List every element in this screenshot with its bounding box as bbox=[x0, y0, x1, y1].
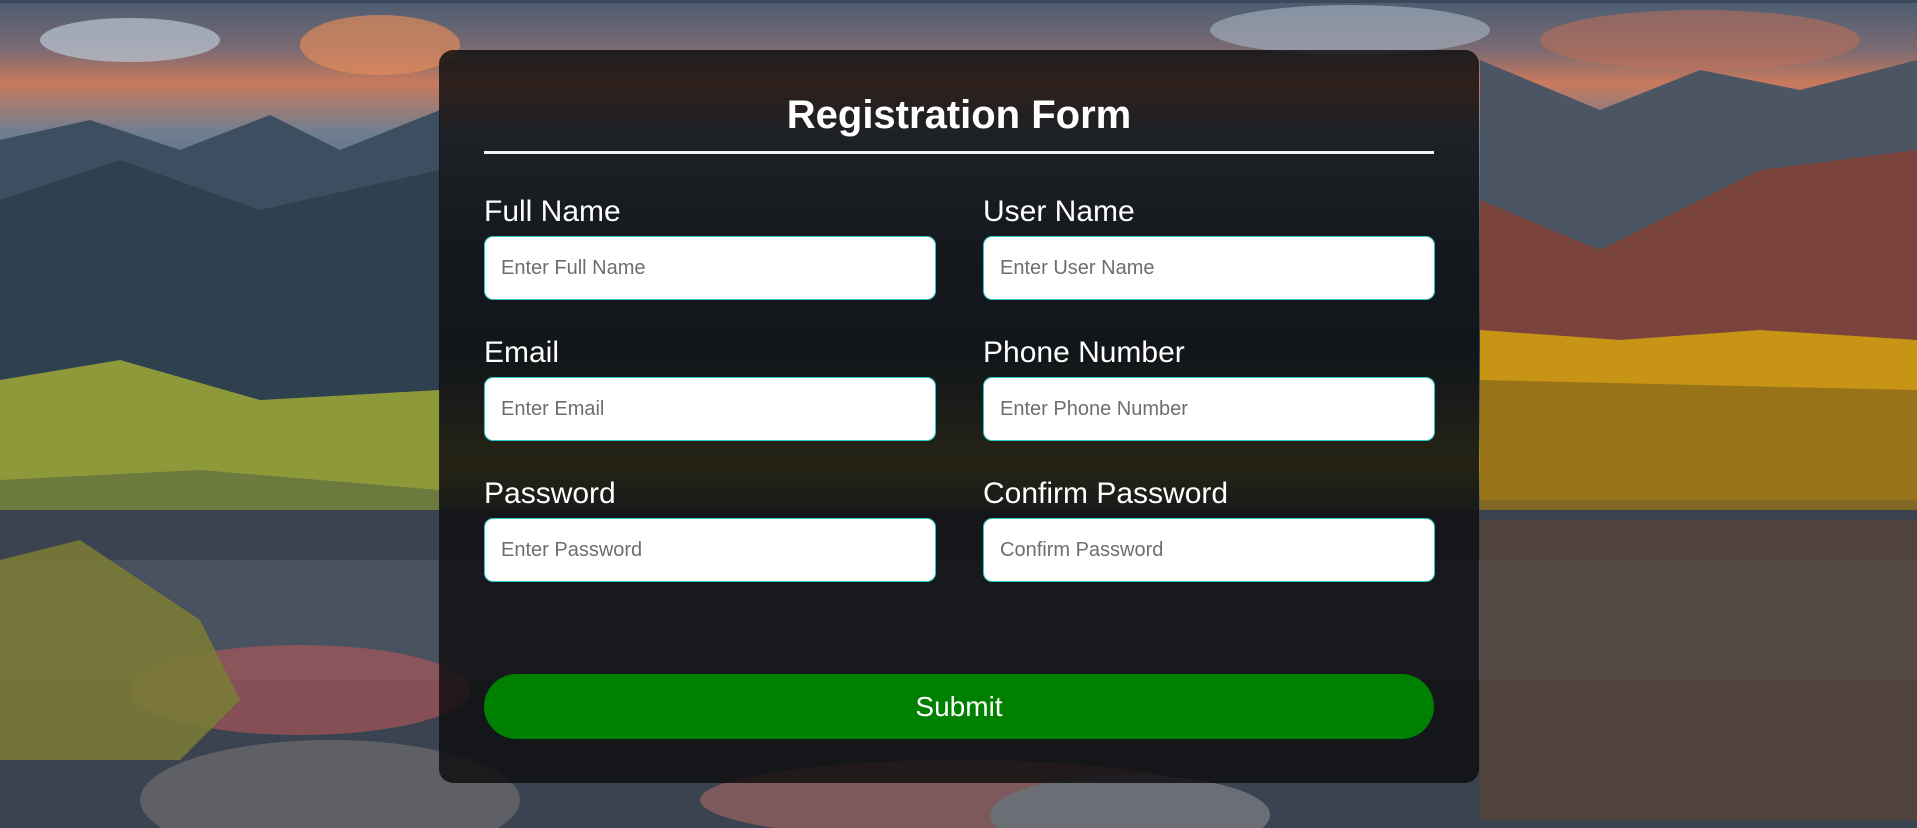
full-name-input[interactable] bbox=[484, 236, 936, 300]
background-landscape: Registration Form Full Name User Name Em… bbox=[0, 0, 1917, 828]
title-divider bbox=[484, 151, 1434, 154]
submit-button[interactable]: Submit bbox=[484, 674, 1434, 739]
password-label: Password bbox=[484, 477, 616, 510]
form-title: Registration Form bbox=[786, 93, 1132, 137]
confirm-password-label: Confirm Password bbox=[983, 477, 1229, 510]
full-name-group: Full Name bbox=[484, 195, 936, 300]
user-name-label: User Name bbox=[983, 195, 1135, 228]
phone-number-input[interactable] bbox=[983, 377, 1435, 441]
top-border bbox=[0, 0, 1917, 3]
registration-card: Registration Form Full Name User Name Em… bbox=[439, 50, 1479, 783]
user-name-input[interactable] bbox=[983, 236, 1435, 300]
full-name-label: Full Name bbox=[484, 195, 621, 228]
confirm-password-group: Confirm Password bbox=[983, 477, 1435, 582]
email-group: Email bbox=[484, 336, 936, 441]
password-group: Password bbox=[484, 477, 936, 582]
phone-number-group: Phone Number bbox=[983, 336, 1435, 441]
phone-number-label: Phone Number bbox=[983, 336, 1185, 369]
password-input[interactable] bbox=[484, 518, 936, 582]
email-input[interactable] bbox=[484, 377, 936, 441]
user-name-group: User Name bbox=[983, 195, 1435, 300]
email-label: Email bbox=[484, 336, 560, 369]
confirm-password-input[interactable] bbox=[983, 518, 1435, 582]
